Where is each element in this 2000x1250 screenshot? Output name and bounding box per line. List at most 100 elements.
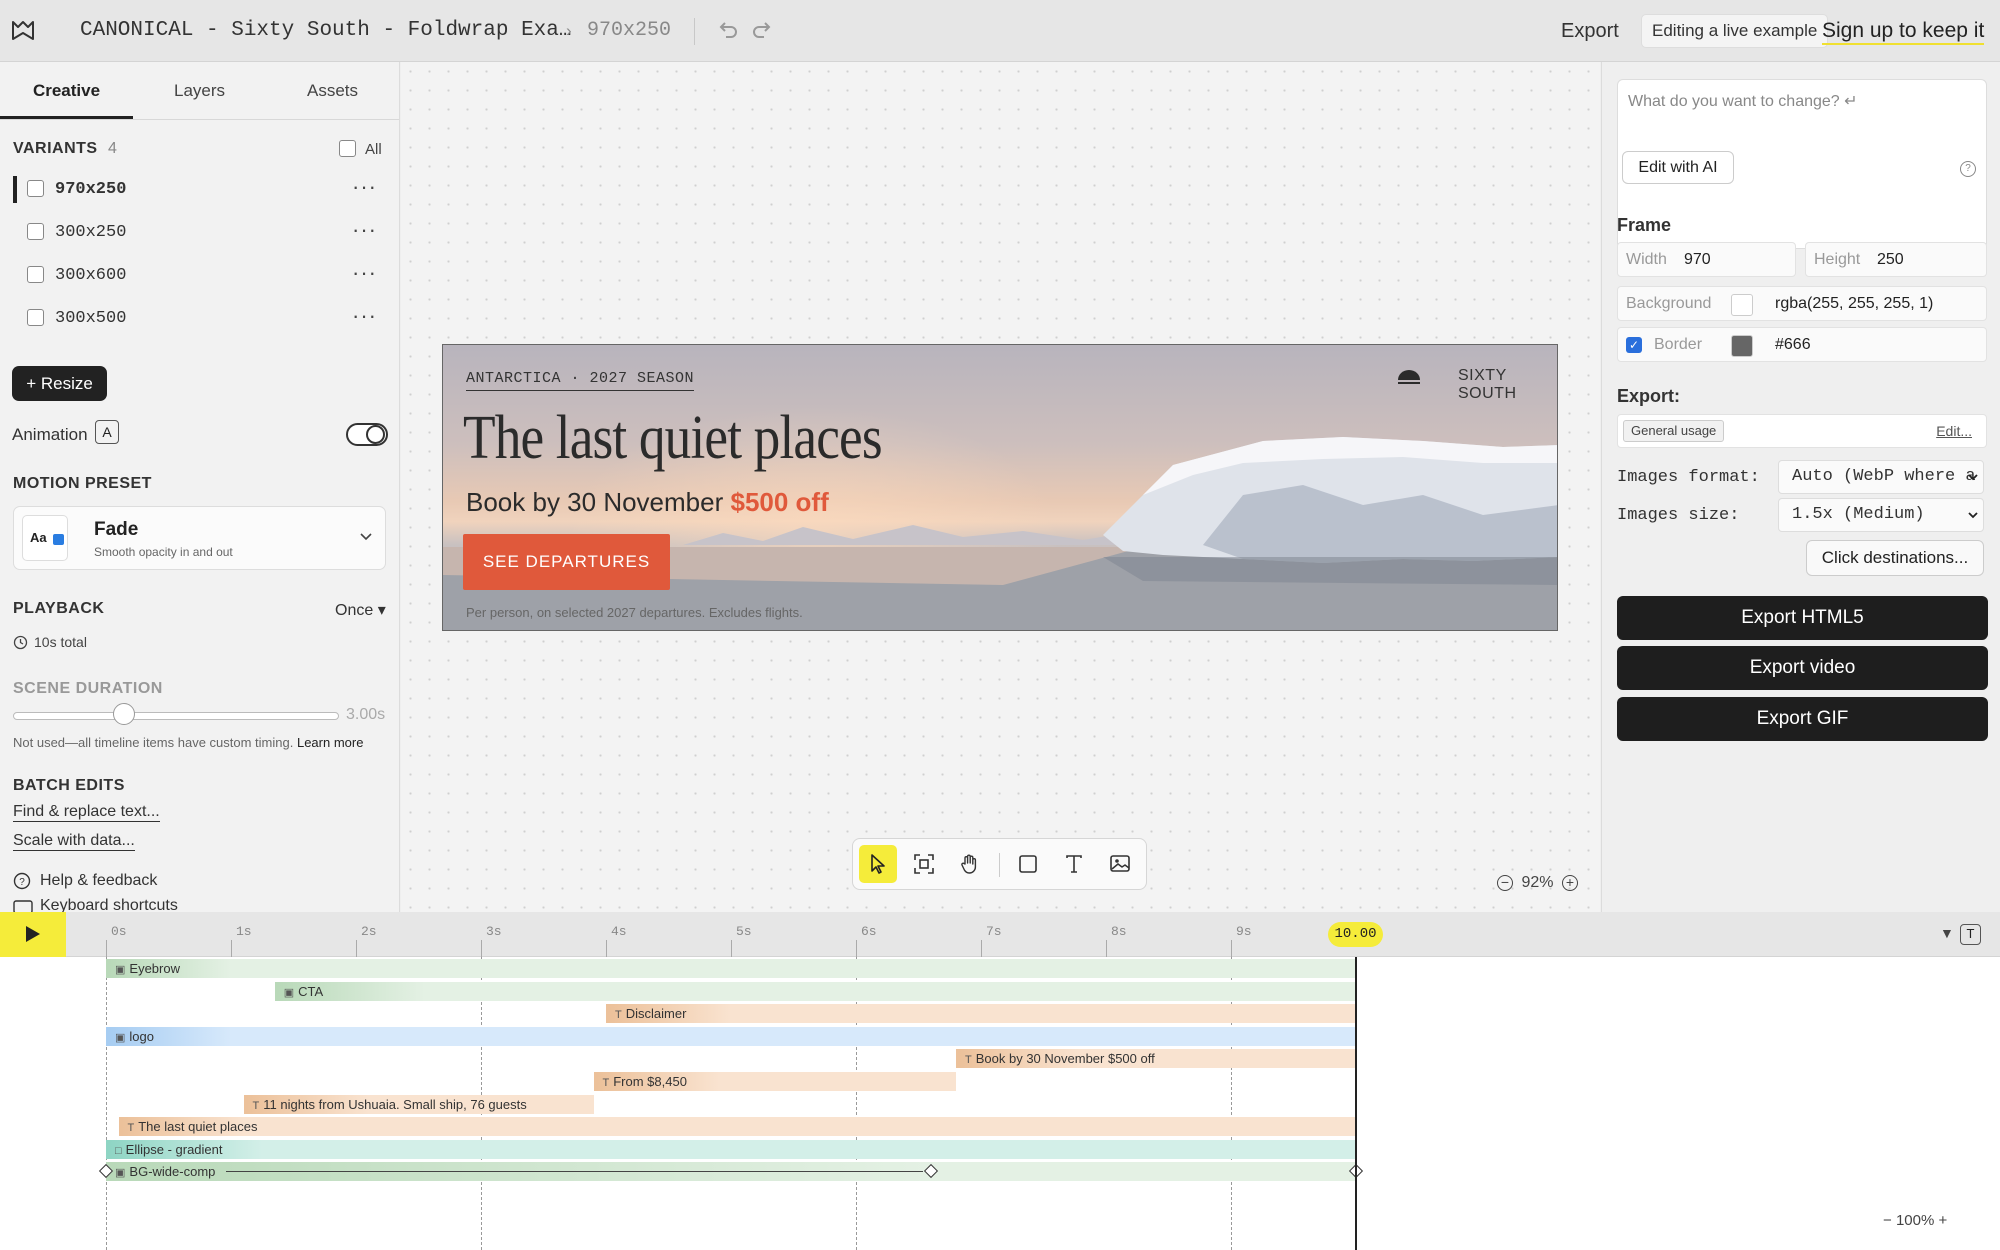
background-field[interactable]: Background rgba(255, 255, 255, 1) (1617, 286, 1987, 321)
timeline-track[interactable]: T Disclaimer (0, 1004, 1400, 1024)
help-icon[interactable]: ? (1960, 161, 1976, 177)
scene-duration-title: SCENE DURATION (13, 680, 163, 697)
timeline-track[interactable]: ▣ logo (0, 1026, 1400, 1046)
animation-toggle[interactable] (346, 423, 388, 446)
playback-dropdown[interactable]: Once ▾ (335, 600, 386, 620)
preset-icon-text: Aa (30, 530, 47, 545)
track-bar[interactable] (106, 1026, 1356, 1046)
frame-select-tool[interactable] (905, 845, 943, 883)
resize-button[interactable]: + Resize (12, 366, 107, 401)
tab-creative[interactable]: Creative (0, 62, 133, 119)
variant-300x600[interactable]: 300x600 (55, 266, 126, 285)
edit-with-ai-button[interactable]: Edit with AI (1622, 151, 1734, 184)
images-size-select[interactable]: 1.5x (Medium) (1778, 498, 1984, 532)
export-gif-button[interactable]: Export GIF (1617, 697, 1988, 741)
images-format-select[interactable]: Auto (WebP where a (1778, 460, 1984, 494)
scene-duration-slider-handle[interactable] (113, 703, 135, 725)
rectangle-tool[interactable] (1009, 845, 1047, 883)
find-replace-link[interactable]: Find & replace text... (13, 803, 160, 822)
image-tool[interactable] (1101, 845, 1139, 883)
variant-checkbox-970x250[interactable] (27, 180, 44, 197)
variant-more-icon[interactable]: ··· (352, 176, 377, 198)
select-tool[interactable] (859, 845, 897, 883)
current-time-badge[interactable]: 10.00 (1328, 922, 1383, 947)
timeline-track[interactable]: □ Ellipse - gradient (0, 1139, 1400, 1159)
sign-up-link[interactable]: Sign up to keep it (1822, 19, 1985, 45)
hand-tool[interactable] (951, 845, 989, 883)
banner-offer[interactable]: Book by 30 November $500 off (466, 487, 829, 518)
help-feedback-link[interactable]: Help & feedback (40, 872, 157, 890)
ruler-tick (606, 940, 607, 957)
track-label: ▣ logo (115, 1029, 154, 1044)
border-checkbox[interactable]: ✓ (1626, 337, 1642, 353)
zoom-in-icon[interactable]: + (1561, 874, 1578, 891)
timeline-track[interactable]: T From $8,450 (0, 1072, 1400, 1091)
motion-preset-select[interactable]: Aa Fade Smooth opacity in and out (13, 506, 386, 570)
track-bar[interactable] (106, 959, 1356, 978)
tab-assets[interactable]: Assets (266, 62, 399, 119)
track-bar[interactable] (274, 981, 1356, 1001)
timeline-track[interactable]: T 11 nights from Ushuaia. Small ship, 76 … (0, 1094, 1400, 1114)
images-format-value: Auto (WebP where a (1792, 467, 1976, 486)
variant-checkbox-300x250[interactable] (27, 223, 44, 240)
timeline-ruler[interactable]: 0s 1s 2s 3s 4s 5s 6s 7s 8s 9s 10.00 ▼ T (0, 912, 2000, 957)
border-color-swatch[interactable] (1731, 335, 1753, 357)
variant-checkbox-300x500[interactable] (27, 309, 44, 326)
banner-eyebrow[interactable]: ANTARCTICA · 2027 SEASON (466, 370, 695, 391)
offer-text: Book by 30 November (466, 487, 724, 517)
variant-more-icon[interactable]: ··· (352, 219, 377, 241)
play-button[interactable] (0, 912, 66, 957)
chevron-down-icon (1968, 474, 1978, 481)
preset-name: Fade (94, 519, 139, 540)
track-bar[interactable] (106, 1139, 1356, 1159)
playhead[interactable] (1355, 957, 1357, 1250)
timeline-zoom-in-icon[interactable]: + (1938, 1212, 1947, 1229)
learn-more-link[interactable]: Learn more (297, 735, 363, 750)
variant-300x250[interactable]: 300x250 (55, 223, 126, 242)
timeline-track[interactable]: T The last quiet places (0, 1117, 1400, 1137)
height-field[interactable]: Height 250 (1805, 242, 1987, 277)
document-title[interactable]: CANONICAL - Sixty South - Foldwrap Exa… (80, 19, 571, 42)
banner-disclaimer[interactable]: Per person, on selected 2027 departures.… (466, 605, 803, 620)
banner-brand-name[interactable]: SIXTY SOUTH (1458, 367, 1557, 403)
banner-headline[interactable]: The last quiet places (463, 403, 883, 474)
undo-icon[interactable] (716, 18, 740, 42)
timeline-zoom-out-icon[interactable]: − (1883, 1212, 1892, 1229)
text-tool[interactable] (1055, 845, 1093, 883)
select-all-checkbox[interactable] (339, 140, 356, 157)
app-logo-icon[interactable] (10, 19, 36, 43)
breadcrumb-variant-size[interactable]: 970x250 (587, 19, 671, 42)
ad-banner-preview[interactable]: ANTARCTICA · 2027 SEASON SIXTY SOUTH The… (442, 344, 1558, 631)
timeline-track[interactable]: ▣ CTA (0, 981, 1400, 1001)
timeline-text-toggle[interactable]: T (1960, 924, 1981, 945)
timeline-track[interactable]: T Book by 30 November $500 off (0, 1049, 1400, 1069)
scale-with-data-link[interactable]: Scale with data... (13, 832, 135, 851)
banner-cta-button[interactable]: SEE DEPARTURES (463, 534, 670, 590)
variant-970x250[interactable]: 970x250 (55, 180, 126, 199)
track-name: From $8,450 (613, 1074, 687, 1089)
redo-icon[interactable] (750, 18, 774, 42)
track-name: The last quiet places (138, 1119, 258, 1135)
export-link[interactable]: Export (1561, 20, 1619, 43)
scene-duration-slider-track[interactable] (13, 712, 339, 720)
ai-prompt-box[interactable]: What do you want to change? ↵ Edit with … (1617, 79, 1987, 249)
export-preset-field[interactable]: General usage Edit... (1617, 414, 1987, 448)
export-html5-button[interactable]: Export HTML5 (1617, 596, 1988, 640)
edit-export-link[interactable]: Edit... (1936, 423, 1972, 439)
tab-layers[interactable]: Layers (133, 62, 266, 119)
track-bar[interactable] (118, 1117, 1356, 1137)
border-field[interactable]: ✓ Border #666 (1617, 327, 1987, 362)
click-destinations-button[interactable]: Click destinations... (1806, 540, 1984, 576)
export-video-button[interactable]: Export video (1617, 646, 1988, 690)
width-field[interactable]: Width 970 (1617, 242, 1796, 277)
variant-checkbox-300x600[interactable] (27, 266, 44, 283)
preset-square-icon (53, 534, 64, 545)
variant-300x500[interactable]: 300x500 (55, 309, 126, 328)
timeline-track[interactable]: ▣ Eyebrow (0, 959, 1400, 978)
variant-more-icon[interactable]: ··· (352, 262, 377, 284)
timeline-collapse-icon[interactable]: ▼ (1940, 925, 1954, 941)
background-color-swatch[interactable] (1731, 294, 1753, 316)
zoom-out-icon[interactable]: − (1497, 874, 1513, 891)
variant-more-icon[interactable]: ··· (352, 305, 377, 327)
keyboard-shortcuts-link[interactable]: Keyboard shortcuts (40, 897, 178, 912)
